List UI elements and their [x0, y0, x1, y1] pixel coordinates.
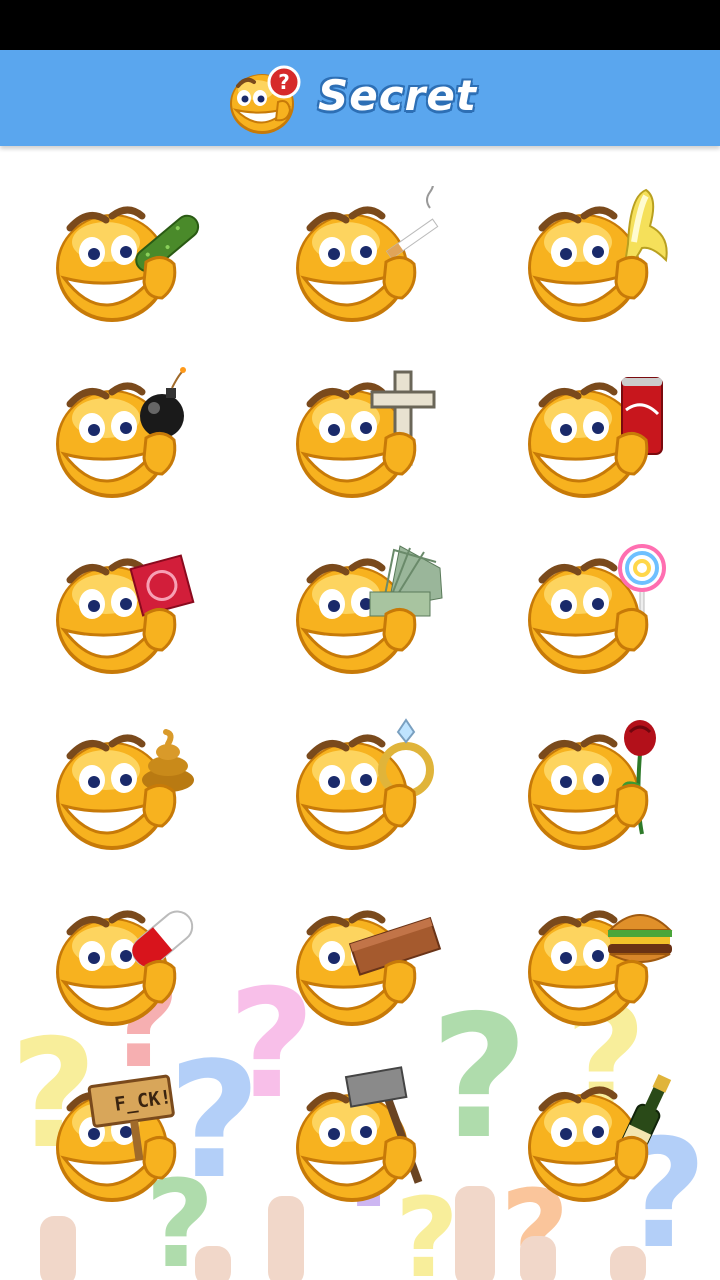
- status-bar: [0, 0, 720, 50]
- sticker-item[interactable]: Condom: [50, 538, 210, 688]
- poop-icon: [56, 729, 194, 850]
- pill-icon: [56, 910, 194, 1026]
- sticker-item[interactable]: Cola: [522, 362, 682, 512]
- ring-icon: [296, 718, 434, 850]
- sticker-grid-area: ? ? ? ? ? ? ? ? ? ? ? Cucum: [0, 146, 720, 1280]
- sticker-grid: Cucumber Cigarette Banana Bomb: [0, 146, 720, 1280]
- cigarette-icon: [296, 186, 439, 322]
- cucumber-icon: [56, 206, 200, 322]
- sticker-item[interactable]: Lollipop: [522, 538, 682, 688]
- svg-text:?: ?: [278, 70, 290, 94]
- sticker-item[interactable]: Money: [290, 538, 450, 688]
- sticker-item[interactable]: Pill: [50, 890, 210, 1040]
- question-emoji-icon: ?: [226, 64, 302, 136]
- bomb-icon: [56, 367, 186, 498]
- sticker-item[interactable]: Banana: [522, 186, 682, 336]
- soda-can-icon: [528, 377, 663, 498]
- rose-icon: [528, 720, 656, 850]
- sticker-item[interactable]: Bomb: [50, 362, 210, 512]
- champagne-icon: [528, 1074, 672, 1202]
- burger-icon: [528, 910, 673, 1026]
- sticker-item[interactable]: Cigarette: [290, 186, 450, 336]
- sticker-item[interactable]: Ring: [290, 714, 450, 864]
- page-title: Secret: [318, 71, 477, 120]
- sticker-item[interactable]: Burger: [522, 890, 682, 1040]
- sticker-item[interactable]: Brick: [290, 890, 450, 1040]
- sign-icon: [56, 1074, 177, 1202]
- sticker-item[interactable]: Poop: [50, 714, 210, 864]
- sticker-item[interactable]: Rose: [522, 714, 682, 864]
- sticker-item[interactable]: Cross: [290, 362, 450, 512]
- cross-icon: [296, 370, 436, 498]
- money-icon: [296, 545, 443, 674]
- lollipop-icon: [528, 544, 666, 674]
- sticker-item[interactable]: Hammer: [290, 1066, 450, 1216]
- condom-icon: [56, 554, 195, 674]
- sticker-item[interactable]: Champagne: [522, 1066, 682, 1216]
- brick-icon: [296, 910, 442, 1026]
- sticker-item[interactable]: Cucumber: [50, 186, 210, 336]
- hammer-icon: [296, 1066, 423, 1202]
- banana-icon: [528, 188, 668, 322]
- sticker-item[interactable]: F_CK!F_CK! sign: [50, 1066, 210, 1216]
- app-header: ? Secret: [0, 50, 720, 146]
